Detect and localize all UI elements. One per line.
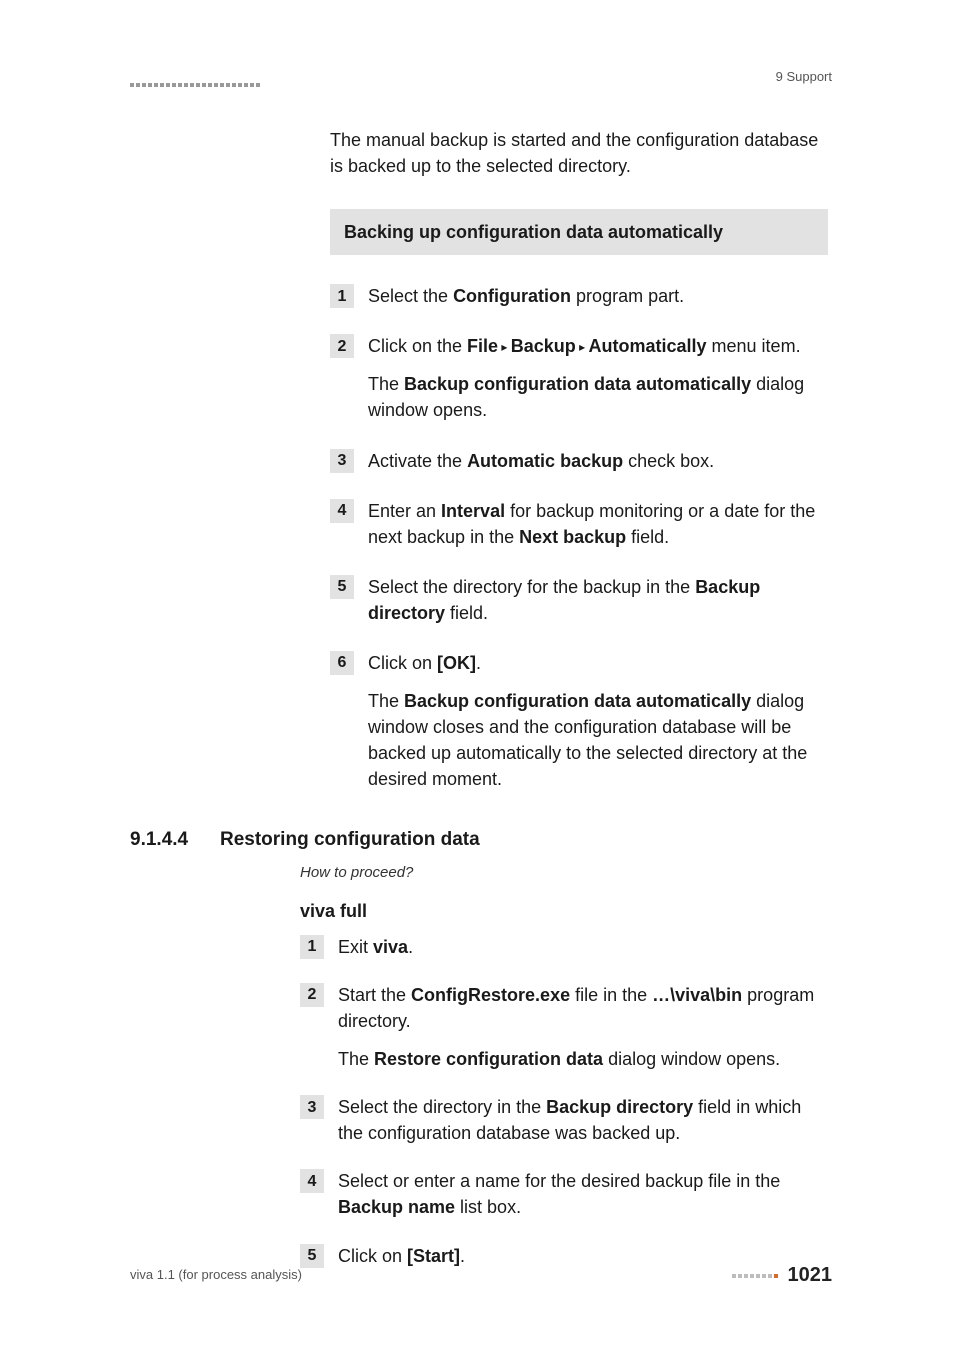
t: Select or enter a name for the desired b…	[338, 1171, 780, 1191]
step-body: Click on [OK]. The Backup configuration …	[368, 650, 828, 792]
page-number: 1021	[788, 1261, 833, 1290]
t: menu item.	[707, 336, 801, 356]
t-b: Backup directory	[546, 1097, 693, 1117]
t: The	[338, 1049, 374, 1069]
section-title: Restoring configuration data	[220, 826, 480, 854]
triangle-icon: ▸	[498, 340, 511, 354]
t: The	[368, 374, 404, 394]
triangle-icon: ▸	[576, 340, 589, 354]
step-row: 2 Click on the File ▸ Backup ▸ Automatic…	[330, 333, 828, 423]
t: Select the directory in the	[338, 1097, 546, 1117]
footer-left: viva 1.1 (for process analysis)	[130, 1266, 302, 1285]
step-number: 4	[300, 1169, 324, 1193]
step-row: 1 Exit viva.	[300, 934, 828, 960]
t-b: Backup configuration data automatically	[404, 691, 751, 711]
t: field.	[445, 603, 488, 623]
t-b: File	[467, 336, 498, 356]
t-b: viva	[373, 937, 408, 957]
howto-label: How to proceed?	[300, 862, 832, 884]
t-b: Restore configuration data	[374, 1049, 603, 1069]
breadcrumb: 9 Support	[776, 68, 832, 87]
step-number: 1	[330, 284, 354, 308]
step-number: 2	[300, 983, 324, 1007]
step-body: Start the ConfigRestore.exe file in the …	[338, 982, 828, 1072]
t-b: Backup	[511, 336, 576, 356]
sub-heading: viva full	[300, 898, 832, 924]
section-number: 9.1.4.4	[130, 826, 220, 854]
t: program part.	[571, 286, 684, 306]
t: Exit	[338, 937, 373, 957]
step-row: 6 Click on [OK]. The Backup configuratio…	[330, 650, 828, 792]
t: Select the	[368, 286, 453, 306]
step-body: Activate the Automatic backup check box.	[368, 448, 828, 474]
step-row: 5 Select the directory for the backup in…	[330, 574, 828, 626]
t: Activate the	[368, 451, 467, 471]
page-header: 9 Support	[130, 68, 832, 93]
step-body: Select or enter a name for the desired b…	[338, 1168, 828, 1220]
t-b: ConfigRestore.exe	[411, 985, 570, 1005]
footer-right: 1021	[732, 1261, 833, 1290]
t: Start the	[338, 985, 411, 1005]
t: file in the	[570, 985, 652, 1005]
step-body: Select the directory in the Backup direc…	[338, 1094, 828, 1146]
t-b: Interval	[441, 501, 505, 521]
step-body: Click on the File ▸ Backup ▸ Automatical…	[368, 333, 828, 423]
page-footer: viva 1.1 (for process analysis) 1021	[130, 1261, 832, 1290]
t-b: Next backup	[519, 527, 626, 547]
t: Click on the	[368, 336, 467, 356]
step-body: Enter an Interval for backup monitoring …	[368, 498, 828, 550]
t: check box.	[623, 451, 714, 471]
footer-dots-icon	[732, 1274, 778, 1278]
step-number: 5	[330, 575, 354, 599]
step-number: 3	[300, 1095, 324, 1119]
t-b: Configuration	[453, 286, 571, 306]
t: .	[476, 653, 481, 673]
t: Select the directory for the backup in t…	[368, 577, 695, 597]
step-number: 1	[300, 935, 324, 959]
t: list box.	[455, 1197, 521, 1217]
t-b: Backup configuration data automatically	[404, 374, 751, 394]
t-b: …\viva\bin	[652, 985, 742, 1005]
page: 9 Support The manual backup is started a…	[0, 0, 954, 1350]
step-row: 3 Select the directory in the Backup dir…	[300, 1094, 828, 1146]
box-heading-backup-auto: Backing up configuration data automatica…	[330, 209, 828, 255]
step-number: 2	[330, 334, 354, 358]
sub-steps: 1 Exit viva. 2 Start the ConfigRestore.e…	[300, 934, 828, 1269]
t: field.	[626, 527, 669, 547]
t: .	[408, 937, 413, 957]
step-row: 3 Activate the Automatic backup check bo…	[330, 448, 828, 474]
step-row: 2 Start the ConfigRestore.exe file in th…	[300, 982, 828, 1072]
step-number: 3	[330, 449, 354, 473]
section-heading-row: 9.1.4.4 Restoring configuration data	[130, 826, 832, 854]
step-row: 1 Select the Configuration program part.	[330, 283, 828, 309]
content-body: The manual backup is started and the con…	[330, 127, 828, 793]
step-body: Select the Configuration program part.	[368, 283, 828, 309]
header-dots-icon	[130, 83, 260, 87]
step-body: Select the directory for the backup in t…	[368, 574, 828, 626]
step-row: 4 Select or enter a name for the desired…	[300, 1168, 828, 1220]
t: Click on	[368, 653, 437, 673]
t-b: [OK]	[437, 653, 476, 673]
t: Enter an	[368, 501, 441, 521]
step-row: 4 Enter an Interval for backup monitorin…	[330, 498, 828, 550]
t-b: Automatically	[589, 336, 707, 356]
step-number: 6	[330, 651, 354, 675]
t: The	[368, 691, 404, 711]
t-b: Automatic backup	[467, 451, 623, 471]
step-body: Exit viva.	[338, 934, 828, 960]
step-number: 4	[330, 499, 354, 523]
t-b: Backup name	[338, 1197, 455, 1217]
t: dialog window opens.	[603, 1049, 780, 1069]
intro-paragraph: The manual backup is started and the con…	[330, 127, 828, 179]
